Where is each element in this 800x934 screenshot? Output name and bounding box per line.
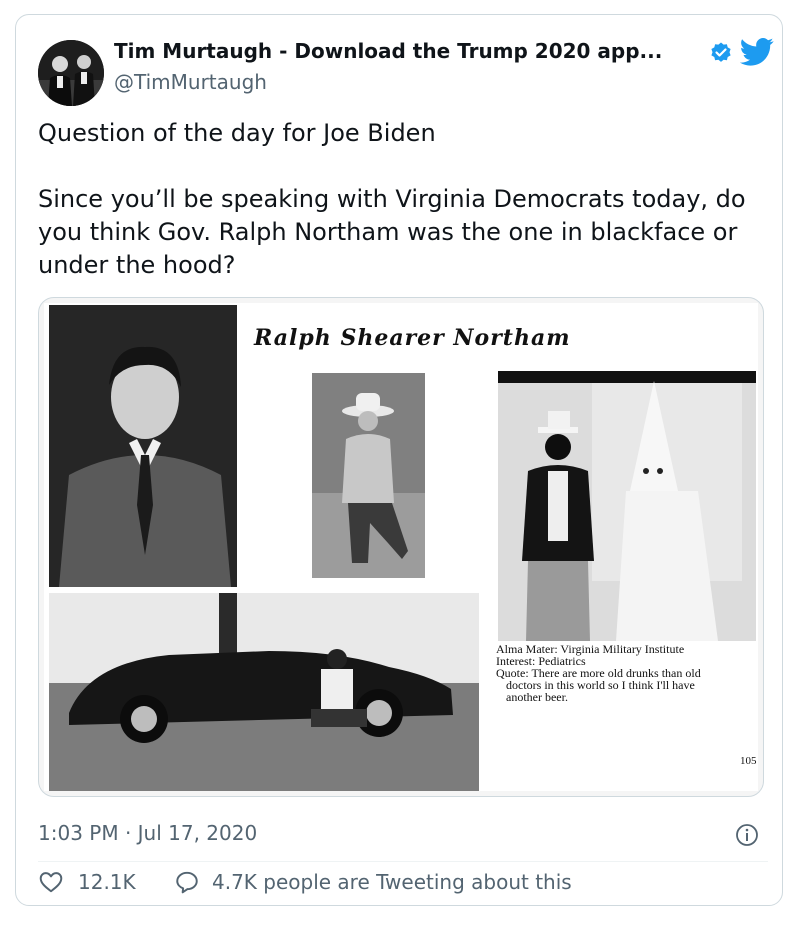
- caption-line: another beer.: [506, 690, 568, 704]
- yearbook-title: Ralph Shearer Northam: [254, 325, 571, 351]
- yearbook-page-number: 105: [740, 755, 757, 767]
- portrait-photo: [49, 305, 237, 587]
- info-icon[interactable]: [735, 823, 759, 847]
- car-photo: [49, 593, 479, 791]
- avatar-photo: [38, 40, 104, 106]
- avatar[interactable]: [38, 40, 104, 106]
- tweet-card[interactable]: Tim Murtaugh - Download the Trump 2020 a…: [15, 14, 783, 906]
- tweet-image[interactable]: Ralph Shearer Northam Alma Mater: Virgin…: [38, 297, 764, 797]
- tweet-timestamp[interactable]: 1:03 PM · Jul 17, 2020: [38, 821, 257, 845]
- yearbook-page: Ralph Shearer Northam Alma Mater: Virgin…: [44, 303, 758, 791]
- author-name[interactable]: Tim Murtaugh - Download the Trump 2020 a…: [114, 39, 662, 63]
- conversation-link[interactable]: 4.7K people are Tweeting about this: [174, 867, 572, 897]
- divider: [38, 861, 768, 862]
- like-count: 12.1K: [78, 870, 136, 894]
- twitter-bird-icon[interactable]: [740, 37, 774, 67]
- yearbook-caption: Alma Mater: Virginia Military Institute …: [496, 643, 756, 703]
- tweet-paragraph-1: Question of the day for Joe Biden: [38, 119, 436, 147]
- verified-badge-icon: [711, 42, 731, 62]
- author-handle[interactable]: @TimMurtaugh: [114, 70, 267, 94]
- tweet-paragraph-2: Since you’ll be speaking with Virginia D…: [38, 185, 746, 279]
- speech-bubble-icon: [176, 871, 198, 894]
- costume-photo: [498, 371, 756, 641]
- heart-icon: [39, 872, 63, 893]
- tweet-text: Question of the day for Joe Biden Since …: [38, 117, 768, 282]
- conversation-text: 4.7K people are Tweeting about this: [212, 870, 572, 894]
- like-button[interactable]: 12.1K: [38, 867, 136, 897]
- cowboy-photo: [312, 373, 425, 578]
